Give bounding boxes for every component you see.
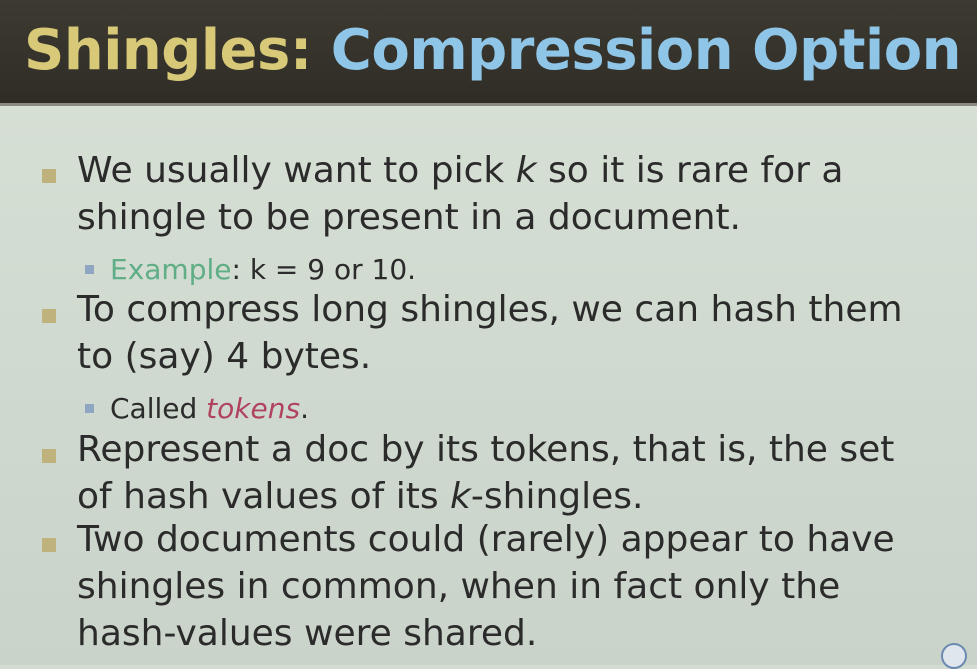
italic-k: k — [515, 150, 537, 191]
text: We usually want to pick — [77, 150, 516, 191]
bullet-square-icon — [42, 449, 56, 463]
bullet-4-line-2: shingles in common, when in fact only th… — [77, 566, 841, 607]
bullet-4-line-1: Two documents could (rarely) appear to h… — [77, 519, 895, 560]
sub-bullet-example: Example: k = 9 or 10. — [110, 252, 416, 288]
text: of hash values of its — [77, 476, 451, 517]
slide-title: Shingles: Compression Option — [24, 18, 962, 83]
bullet-square-icon — [42, 309, 56, 323]
bullet-3-line-1: Represent a doc by its tokens, that is, … — [77, 429, 895, 470]
bullet-2-line-1: To compress long shingles, we can hash t… — [77, 289, 903, 330]
bullet-4-line-3: hash-values were shared. — [77, 613, 538, 654]
title-bar: Shingles: Compression Option — [0, 0, 977, 106]
text: -shingles. — [470, 476, 644, 517]
tokens-term: tokens — [206, 392, 301, 425]
title-part2: Compression Option — [330, 18, 962, 83]
bullet-3-line-2: of hash values of its k-shingles. — [77, 473, 643, 521]
text: . — [300, 392, 309, 425]
bullet-square-icon — [42, 169, 56, 183]
bullet-square-icon — [42, 538, 56, 552]
title-part1: Shingles: — [24, 18, 312, 83]
text: Called — [110, 392, 207, 425]
italic-k: k — [450, 476, 471, 517]
text: : k = 9 or 10. — [231, 253, 417, 286]
sub-bullet-tokens: Called tokens. — [110, 391, 309, 427]
example-label: Example — [110, 253, 232, 286]
slide-body: We usually want to pick k so it is rare … — [0, 106, 977, 665]
sub-bullet-square-icon — [85, 404, 94, 413]
channel-logo-icon — [941, 643, 967, 669]
bullet-2-line-2: to (say) 4 bytes. — [77, 336, 372, 377]
text: so it is rare for a — [536, 150, 844, 191]
bullet-1-line-2: shingle to be present in a document. — [77, 197, 741, 238]
sub-bullet-square-icon — [85, 265, 94, 274]
bullet-1-line-1: We usually want to pick k so it is rare … — [77, 147, 843, 195]
